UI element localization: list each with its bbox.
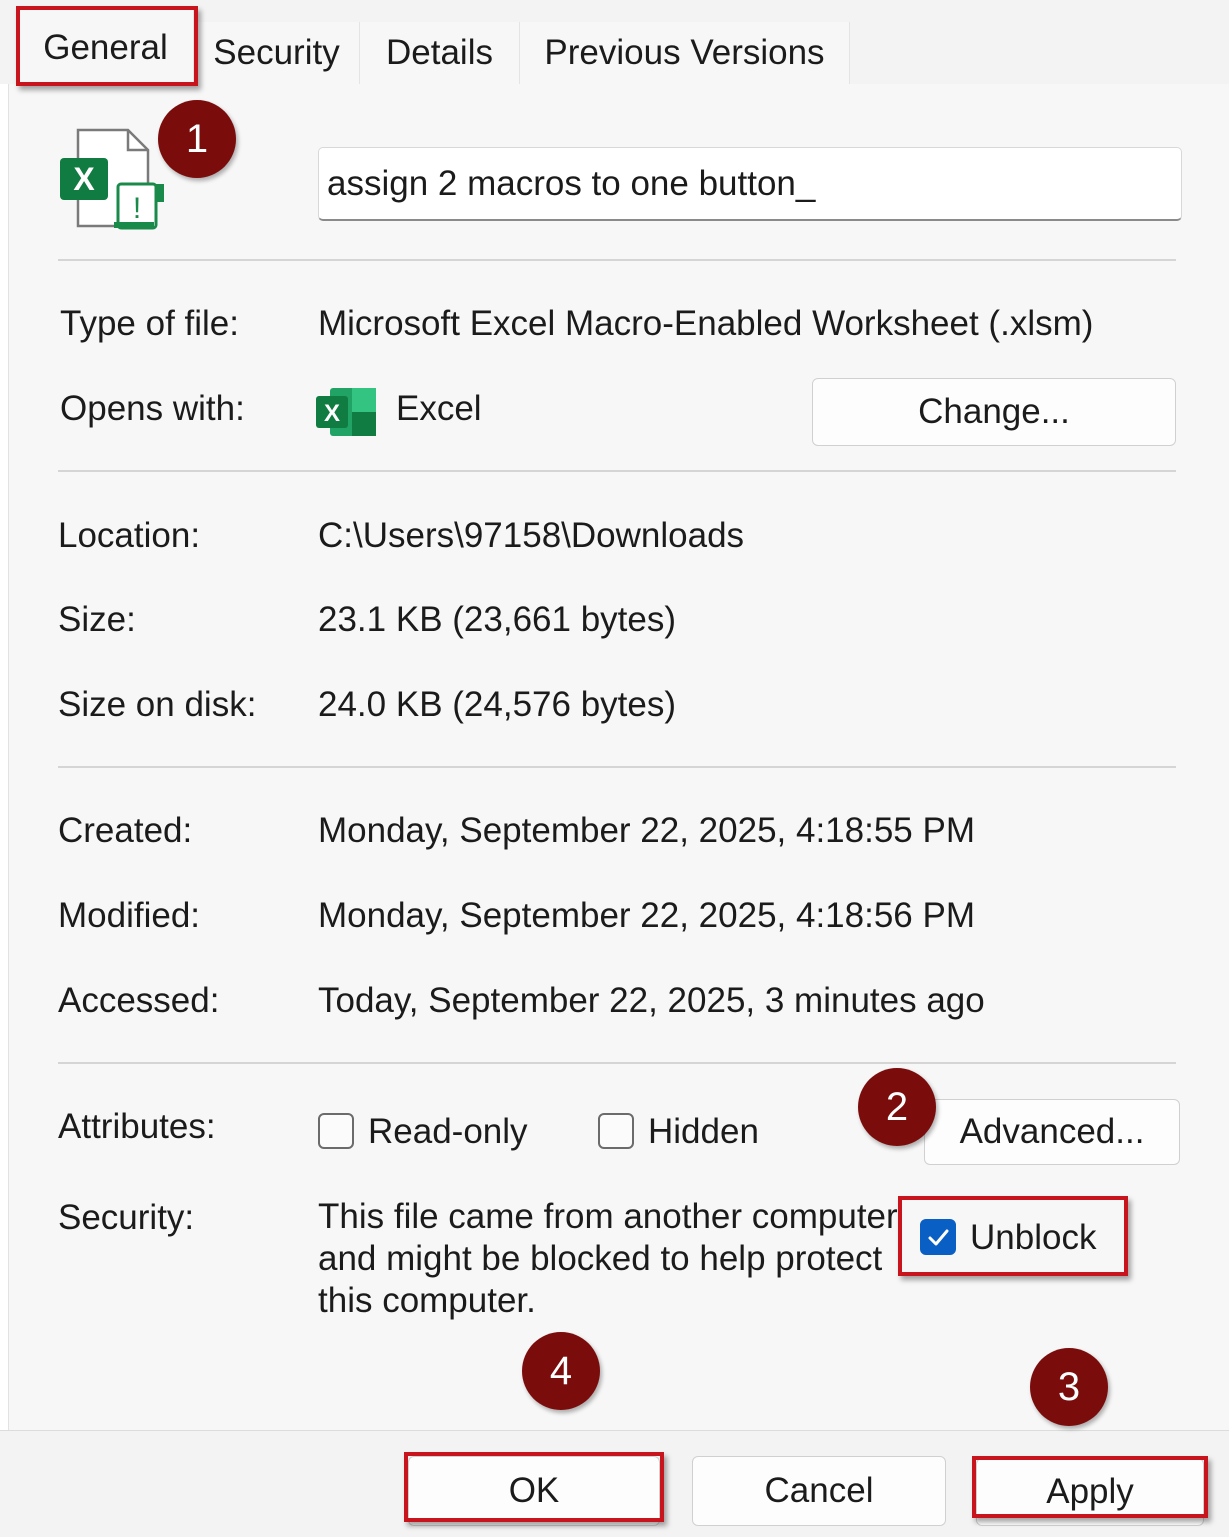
created-value: Monday, September 22, 2025, 4:18:55 PM xyxy=(318,811,975,850)
svg-text:X: X xyxy=(324,400,340,427)
type-of-file-value: Microsoft Excel Macro-Enabled Worksheet … xyxy=(318,304,1094,343)
security-label: Security: xyxy=(58,1198,195,1237)
modified-label: Modified: xyxy=(58,896,201,935)
step-callout-3: 3 xyxy=(1030,1348,1108,1426)
cancel-button[interactable]: Cancel xyxy=(692,1456,946,1526)
svg-text:X: X xyxy=(73,161,95,197)
excel-app-icon: X xyxy=(316,388,376,436)
type-of-file-label: Type of file: xyxy=(60,304,239,343)
attributes-label: Attributes: xyxy=(58,1107,216,1146)
security-message-line-1: This file came from another computer xyxy=(318,1197,898,1236)
security-message-line-2: and might be blocked to help protect xyxy=(318,1239,883,1278)
opens-with-value: Excel xyxy=(396,389,482,428)
size-label: Size: xyxy=(58,600,136,639)
divider xyxy=(58,470,1176,472)
tab-previous-versions[interactable]: Previous Versions xyxy=(520,22,850,84)
accessed-label: Accessed: xyxy=(58,981,220,1020)
tab-details[interactable]: Details xyxy=(360,22,520,84)
created-label: Created: xyxy=(58,811,193,850)
highlight-apply xyxy=(972,1456,1208,1518)
modified-value: Monday, September 22, 2025, 4:18:56 PM xyxy=(318,896,975,935)
divider xyxy=(58,766,1176,768)
read-only-label[interactable]: Read-only xyxy=(368,1110,528,1154)
accessed-value: Today, September 22, 2025, 3 minutes ago xyxy=(318,981,985,1020)
file-name-input[interactable] xyxy=(318,147,1182,221)
highlight-general-tab xyxy=(16,6,198,86)
hidden-label[interactable]: Hidden xyxy=(648,1110,759,1154)
change-button[interactable]: Change... xyxy=(812,378,1176,446)
svg-text:!: ! xyxy=(133,192,141,225)
read-only-checkbox[interactable] xyxy=(318,1113,354,1149)
size-value: 23.1 KB (23,661 bytes) xyxy=(318,600,676,639)
divider xyxy=(58,1062,1176,1064)
excel-file-blocked-icon: X ! xyxy=(56,126,168,234)
size-on-disk-value: 24.0 KB (24,576 bytes) xyxy=(318,685,676,724)
hidden-checkbox[interactable] xyxy=(598,1113,634,1149)
step-callout-2: 2 xyxy=(858,1068,936,1146)
step-callout-4: 4 xyxy=(522,1332,600,1410)
location-value: C:\Users\97158\Downloads xyxy=(318,516,745,555)
security-message-line-3: this computer. xyxy=(318,1281,536,1320)
opens-with-label: Opens with: xyxy=(60,389,245,428)
tab-security[interactable]: Security xyxy=(194,22,360,84)
divider xyxy=(58,259,1176,261)
step-callout-1: 1 xyxy=(158,100,236,178)
location-label: Location: xyxy=(58,516,201,555)
highlight-unblock xyxy=(898,1196,1128,1276)
highlight-ok xyxy=(404,1452,664,1522)
size-on-disk-label: Size on disk: xyxy=(58,685,257,724)
advanced-button[interactable]: Advanced... xyxy=(924,1099,1180,1165)
